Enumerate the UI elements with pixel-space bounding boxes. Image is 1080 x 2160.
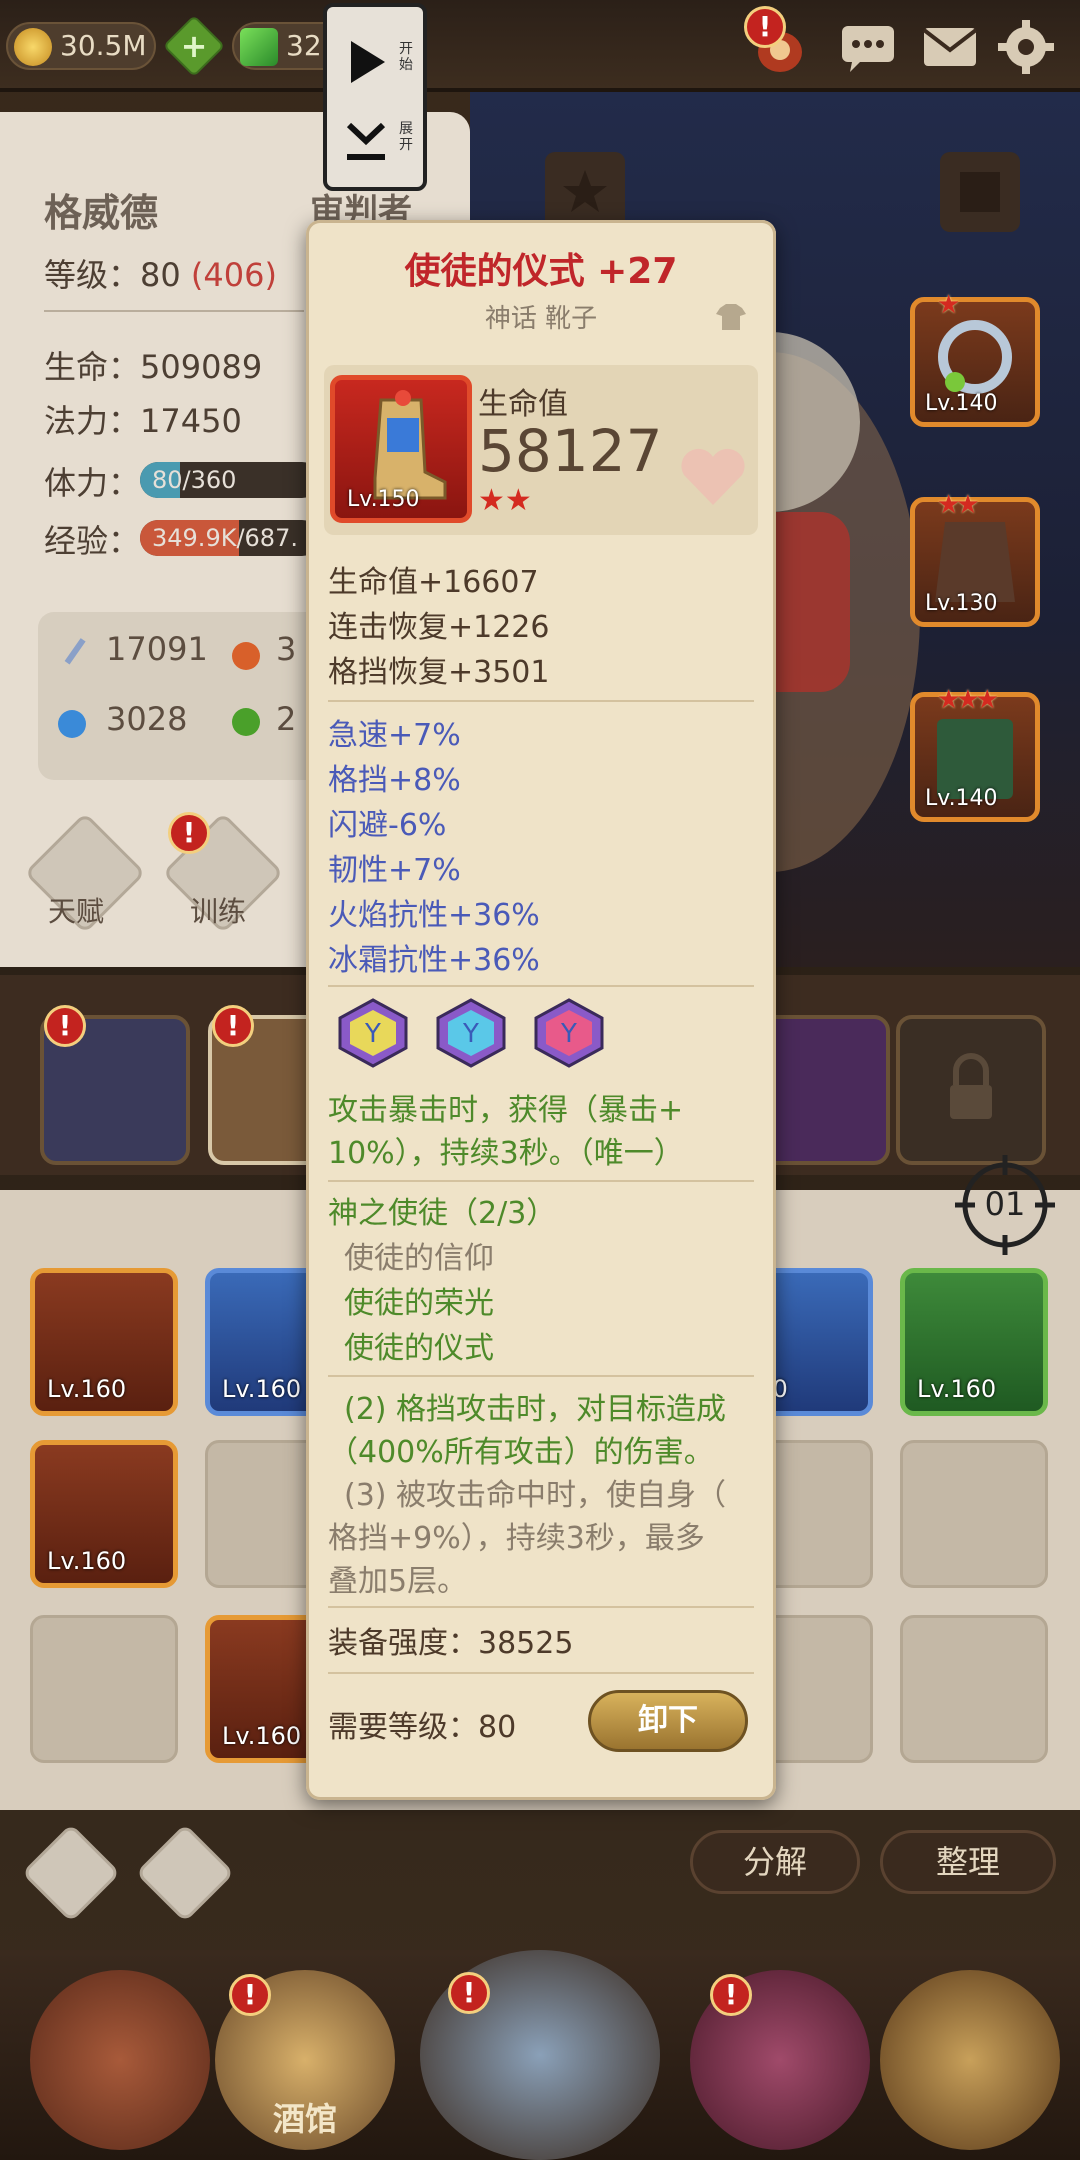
bottom-nav: ! 酒馆 ! ! [0,1950,1080,2160]
unique-effect: 攻击暴击时，获得（暴击+ [328,1093,684,1128]
base-stat: 格挡恢复+3501 [328,655,550,690]
bonus-stat: 韧性+7% [328,853,461,888]
svg-text:Y: Y [462,1019,479,1049]
set-item: 使徒的仪式 [344,1331,494,1366]
decompose-button[interactable]: 分解 [690,1830,860,1894]
green-gem-icon [240,28,278,66]
bag-tab[interactable] [940,152,1020,232]
bonus-stat: 冰霜抗性+36% [328,943,540,978]
item-tooltip: 使徒的仪式 +27 神话 靴子 Lv.150 生命值 58127 ★★ 生命值+… [306,220,776,1800]
svg-text:Y: Y [560,1019,577,1049]
set-bonus: 叠加5层。 [328,1564,468,1599]
nav-house-icon[interactable] [30,1970,210,2150]
base-stat: 生命值+16607 [328,565,539,600]
ice-icon [58,710,86,738]
set-bonus: 格挡+9%），持续3秒，最多 [328,1521,705,1556]
set-item: 使徒的信仰 [344,1241,494,1276]
exp-bar: 349.9K/687. [140,520,320,556]
inventory-slot[interactable]: Lv.160 [900,1268,1048,1416]
play-icon[interactable] [341,37,391,87]
alert-badge: ! [744,6,786,48]
bonus-stat: 闪避-6% [328,808,447,843]
inventory-slot-empty[interactable] [30,1615,178,1763]
gold-amount: 30.5M [60,29,147,62]
box-icon [960,172,1000,212]
rainbow-gem-icon: Y [436,998,506,1068]
bonus-stat: 火焰抗性+36% [328,898,540,933]
unequip-button[interactable]: 卸下 [588,1690,748,1752]
organize-button[interactable]: 整理 [880,1830,1056,1894]
shirt-icon [716,304,746,330]
mail-icon[interactable] [920,18,980,76]
fire-icon [232,642,260,670]
hero-name: 格威德 [44,191,159,235]
level-row: 等级：80 (406) [44,256,277,294]
screen-recorder-widget: 开始 展开 [323,3,427,191]
game-screen: 30.5M + 32.3M ! [0,0,1080,2160]
bonus-stat: 格挡+8% [328,763,461,798]
sword-icon [64,638,86,665]
set-name: 神之使徒（2/3） [328,1196,557,1231]
rainbow-gem-icon: Y [534,998,604,1068]
exp-label: 经验： [44,522,141,560]
item-title: 使徒的仪式 +27 [404,251,678,292]
equip-slot-book[interactable]: ★★★ Lv.140 [910,685,1040,822]
gold-counter: 30.5M [6,22,156,70]
hero-card-locked[interactable] [896,1015,1046,1165]
set-bonus: (3) 被攻击命中时，使自身（ [344,1478,727,1513]
unique-effect: 10%），持续3秒。（唯一） [328,1136,684,1171]
filter-armor-button[interactable] [21,1823,121,1923]
boot-icon: Lv.150 [330,375,472,523]
nature-icon [232,708,260,736]
required-level-row: 需要等级：80 [328,1710,517,1745]
equip-slot-ring[interactable]: ★ Lv.140 [910,290,1040,427]
hp-row: 生命：509089 [44,348,263,386]
set-item: 使徒的荣光 [344,1286,494,1321]
train-alert-badge: ! [168,812,210,854]
target-number: 01 [984,1185,1026,1223]
mp-row: 法力：17450 [44,402,242,440]
pet-icon[interactable]: ! [744,6,808,76]
power-row: 装备强度：38525 [328,1626,574,1661]
rainbow-gem-icon: Y [338,998,408,1068]
item-subtitle: 神话 靴子 [484,304,598,334]
lock-icon [950,1053,992,1119]
nav-forge-icon[interactable] [880,1970,1060,2150]
top-bar: 30.5M + 32.3M ! [0,0,1080,92]
nav-adventure-icon[interactable]: ! [420,1950,660,2160]
chat-icon[interactable] [838,18,898,76]
stamina-label: 体力： [44,464,141,502]
item-summary: Lv.150 生命值 58127 ★★ [324,365,758,535]
stamina-bar: 80/360 [140,462,320,498]
filter-misc-button[interactable] [135,1823,235,1923]
base-stat: 连击恢复+1226 [328,610,550,645]
inventory-slot-empty[interactable] [900,1440,1048,1588]
bonus-stat: 急速+7% [328,718,461,753]
equip-slot-armor[interactable]: ★★ Lv.130 [910,490,1040,627]
inventory-slot-empty[interactable] [900,1615,1048,1763]
add-gold-button[interactable]: + [162,14,226,78]
collapse-down-icon[interactable] [341,117,391,167]
gold-coin-icon [14,28,52,66]
nav-shop-icon[interactable]: ! [690,1970,870,2150]
inventory-slot[interactable]: Lv.160 [30,1440,178,1588]
set-bonus: (2) 格挡攻击时，对目标造成 [344,1392,727,1427]
inventory-slot[interactable]: Lv.160 [30,1268,178,1416]
set-bonus: （400%所有攻击）的伤害。 [328,1435,714,1470]
heart-icon [681,448,745,505]
hero-card-assassin[interactable]: ! [40,1005,190,1165]
settings-gear-icon[interactable] [996,18,1056,76]
main-stat-value: 58127 [478,417,663,485]
svg-text:Y: Y [364,1019,381,1049]
rarity-stars: ★★ [478,483,532,518]
nav-tavern-icon[interactable]: ! 酒馆 [215,1970,395,2150]
